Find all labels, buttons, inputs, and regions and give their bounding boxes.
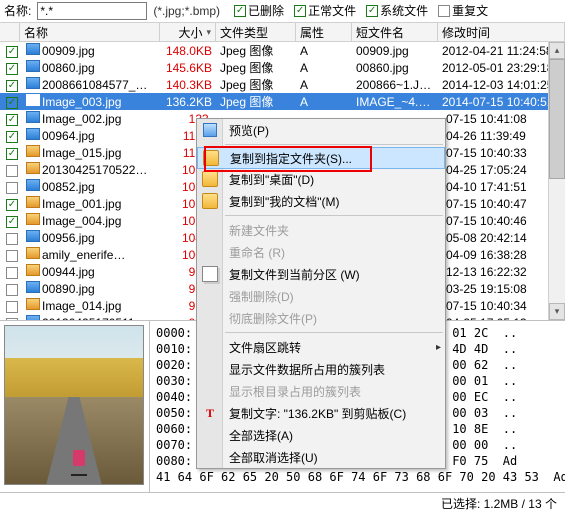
hdr-short[interactable]: 短文件名 xyxy=(352,23,438,41)
row-checkbox[interactable]: ✓ xyxy=(6,46,18,58)
row-checkbox[interactable]: ✓ xyxy=(6,250,18,262)
row-checkbox[interactable]: ✓ xyxy=(6,318,18,320)
row-checkbox[interactable]: ✓ xyxy=(6,148,18,160)
folder-icon xyxy=(202,193,218,209)
file-icon xyxy=(26,196,40,208)
menu-copy-to-docs[interactable]: 复制到"我的文档"(M) xyxy=(197,190,445,212)
menu-force-delete: 强制删除(D) xyxy=(197,285,445,307)
menu-copy-text[interactable]: T复制文字: "136.2KB" 到剪贴板(C) xyxy=(197,402,445,424)
name-label: 名称: xyxy=(4,2,31,19)
hdr-attr[interactable]: 属性 xyxy=(296,23,352,41)
menu-preview[interactable]: 预览(P) xyxy=(197,119,445,141)
scroll-thumb[interactable] xyxy=(549,59,565,179)
ext-hint: (*.jpg;*.bmp) xyxy=(153,4,220,18)
context-menu: 预览(P) 复制到指定文件夹(S)... 复制到"桌面"(D) 复制到"我的文档… xyxy=(196,118,446,469)
row-checkbox[interactable]: ✓ xyxy=(6,131,18,143)
file-icon xyxy=(26,230,40,242)
filter-toolbar: 名称: (*.jpg;*.bmp) ✓已删除 ✓正常文件 ✓系统文件 ✓重复文 xyxy=(0,0,565,22)
row-checkbox[interactable]: ✓ xyxy=(6,97,18,109)
hdr-check[interactable] xyxy=(0,23,20,41)
name-filter-input[interactable] xyxy=(37,2,147,20)
scroll-down-icon[interactable]: ▾ xyxy=(549,303,565,320)
menu-copy-to-desktop[interactable]: 复制到"桌面"(D) xyxy=(197,168,445,190)
scroll-up-icon[interactable]: ▴ xyxy=(549,42,565,59)
file-icon xyxy=(26,315,40,320)
hdr-modified[interactable]: 修改时间 xyxy=(438,23,565,41)
table-row[interactable]: ✓Image_003.jpg136.2KBJpeg 图像AIMAGE_~4.JP… xyxy=(0,93,565,110)
file-icon xyxy=(26,111,40,123)
file-icon xyxy=(26,179,40,191)
row-checkbox[interactable]: ✓ xyxy=(6,80,18,92)
menu-copy-to-folder[interactable]: 复制到指定文件夹(S)... xyxy=(197,147,445,169)
sort-desc-icon: ▾ xyxy=(206,27,211,38)
row-checkbox[interactable]: ✓ xyxy=(6,267,18,279)
file-icon xyxy=(26,213,40,225)
hdr-name[interactable]: 名称 xyxy=(20,23,160,41)
file-icon xyxy=(26,60,40,72)
hdr-size[interactable]: 大小▾ xyxy=(160,23,216,41)
row-checkbox[interactable]: ✓ xyxy=(6,284,18,296)
menu-copy-current-part[interactable]: 复制文件到当前分区 (W) xyxy=(197,263,445,285)
row-checkbox[interactable]: ✓ xyxy=(6,216,18,228)
row-checkbox[interactable]: ✓ xyxy=(6,199,18,211)
chk-normal[interactable]: ✓正常文件 xyxy=(294,2,356,19)
hdr-type[interactable]: 文件类型 xyxy=(216,23,296,41)
file-icon xyxy=(26,94,40,106)
row-checkbox[interactable]: ✓ xyxy=(6,114,18,126)
table-row[interactable]: ✓00909.jpg148.0KBJpeg 图像A00909.jpg2012-0… xyxy=(0,42,565,59)
thumbnail-panel xyxy=(0,321,150,492)
row-checkbox[interactable]: ✓ xyxy=(6,165,18,177)
vertical-scrollbar[interactable]: ▴ ▾ xyxy=(548,42,565,320)
menu-deselect-all[interactable]: 全部取消选择(U) xyxy=(197,446,445,468)
table-row[interactable]: ✓2008661084577_…140.3KBJpeg 图像A200866~1.… xyxy=(0,76,565,93)
thumbnail-image xyxy=(4,325,144,485)
folder-icon xyxy=(202,171,218,187)
file-icon xyxy=(26,264,40,276)
status-bar: 已选择: 1.2MB / 13 个 xyxy=(0,492,565,514)
chk-system[interactable]: ✓系统文件 xyxy=(366,2,428,19)
preview-icon xyxy=(202,122,218,138)
file-icon xyxy=(26,77,40,89)
file-icon xyxy=(26,145,40,157)
column-headers: 名称 大小▾ 文件类型 属性 短文件名 修改时间 xyxy=(0,22,565,42)
copy-icon xyxy=(202,266,218,282)
file-icon xyxy=(26,247,40,259)
text-icon: T xyxy=(202,405,218,421)
menu-rename: 重命名 (R) xyxy=(197,241,445,263)
file-icon xyxy=(26,281,40,293)
row-checkbox[interactable]: ✓ xyxy=(6,301,18,313)
menu-sector-jump[interactable]: 文件扇区跳转▸ xyxy=(197,336,445,358)
row-checkbox[interactable]: ✓ xyxy=(6,182,18,194)
menu-show-clusters[interactable]: 显示文件数据所占用的簇列表 xyxy=(197,358,445,380)
menu-select-all[interactable]: 全部选择(A) xyxy=(197,424,445,446)
chk-dup[interactable]: ✓重复文 xyxy=(438,2,488,19)
file-icon xyxy=(26,43,40,55)
status-text: 已选择: 1.2MB / 13 个 xyxy=(441,495,557,512)
chk-deleted[interactable]: ✓已删除 xyxy=(234,2,284,19)
file-icon xyxy=(26,162,40,174)
menu-perm-delete: 彻底删除文件(P) xyxy=(197,307,445,329)
submenu-arrow-icon: ▸ xyxy=(436,342,441,353)
table-row[interactable]: ✓00860.jpg145.6KBJpeg 图像A00860.jpg2012-0… xyxy=(0,59,565,76)
folder-icon xyxy=(203,150,219,166)
menu-show-root-clusters: 显示根目录占用的簇列表 xyxy=(197,380,445,402)
row-checkbox[interactable]: ✓ xyxy=(6,63,18,75)
file-icon xyxy=(26,128,40,140)
menu-new-folder: 新建文件夹 xyxy=(197,219,445,241)
row-checkbox[interactable]: ✓ xyxy=(6,233,18,245)
file-icon xyxy=(26,298,40,310)
